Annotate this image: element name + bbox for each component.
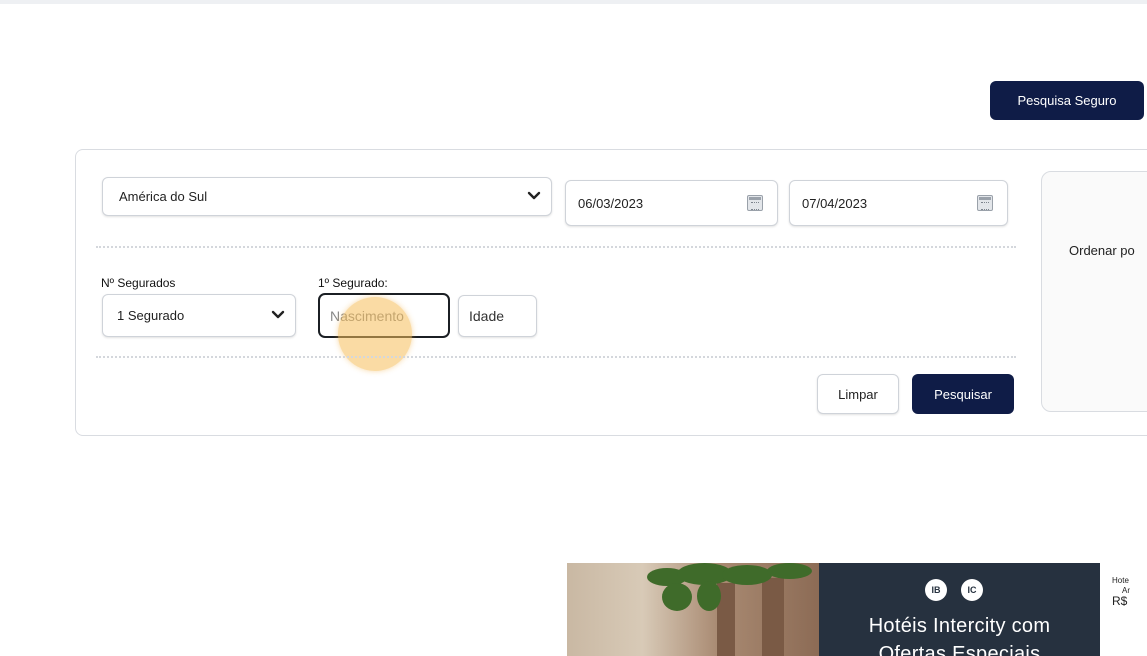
- divider: [96, 356, 1016, 358]
- top-strip: [0, 0, 1147, 4]
- segurados-select[interactable]: 1 Segurado: [102, 294, 296, 337]
- calendar-icon[interactable]: [977, 195, 993, 211]
- pesquisa-seguro-button[interactable]: Pesquisa Seguro: [990, 81, 1144, 120]
- sort-panel: [1041, 171, 1147, 412]
- region-select[interactable]: América do Sul: [102, 177, 552, 216]
- banner-title: Hotéis Intercity com: [868, 615, 1051, 637]
- banner-photo: [567, 563, 819, 656]
- n-segurados-label: Nº Segurados: [101, 276, 176, 290]
- hotel-logo-icon: IC: [961, 579, 983, 601]
- age-input[interactable]: [458, 295, 537, 337]
- birthdate-input[interactable]: [318, 293, 450, 338]
- segurados-select-value: 1 Segurado: [117, 308, 185, 323]
- first-insured-label: 1º Segurado:: [318, 276, 388, 290]
- chevron-down-icon: [271, 308, 285, 325]
- region-select-value: América do Sul: [119, 189, 208, 204]
- end-date-field[interactable]: 07/04/2023: [789, 180, 1008, 226]
- side-ad-line: Hote: [1112, 576, 1129, 585]
- end-date-value: 07/04/2023: [802, 195, 868, 211]
- hotel-logo-icon: IB: [925, 579, 947, 601]
- divider: [96, 246, 1016, 248]
- calendar-icon[interactable]: [747, 195, 763, 211]
- sort-label: Ordenar po: [1069, 243, 1135, 258]
- start-date-value: 06/03/2023: [578, 195, 644, 211]
- clear-button[interactable]: Limpar: [817, 374, 899, 414]
- search-button[interactable]: Pesquisar: [912, 374, 1014, 414]
- promo-banner[interactable]: IB IC Hotéis Intercity com Ofertas Espec…: [567, 563, 1100, 656]
- banner-text-panel: IB IC Hotéis Intercity com Ofertas Espec…: [819, 563, 1100, 656]
- side-ad[interactable]: Hote Ar R$: [1112, 576, 1147, 656]
- banner-subtitle: Ofertas Especiais: [878, 643, 1041, 656]
- chevron-down-icon: [527, 189, 541, 206]
- side-ad-price: R$: [1112, 594, 1128, 608]
- start-date-field[interactable]: 06/03/2023: [565, 180, 778, 226]
